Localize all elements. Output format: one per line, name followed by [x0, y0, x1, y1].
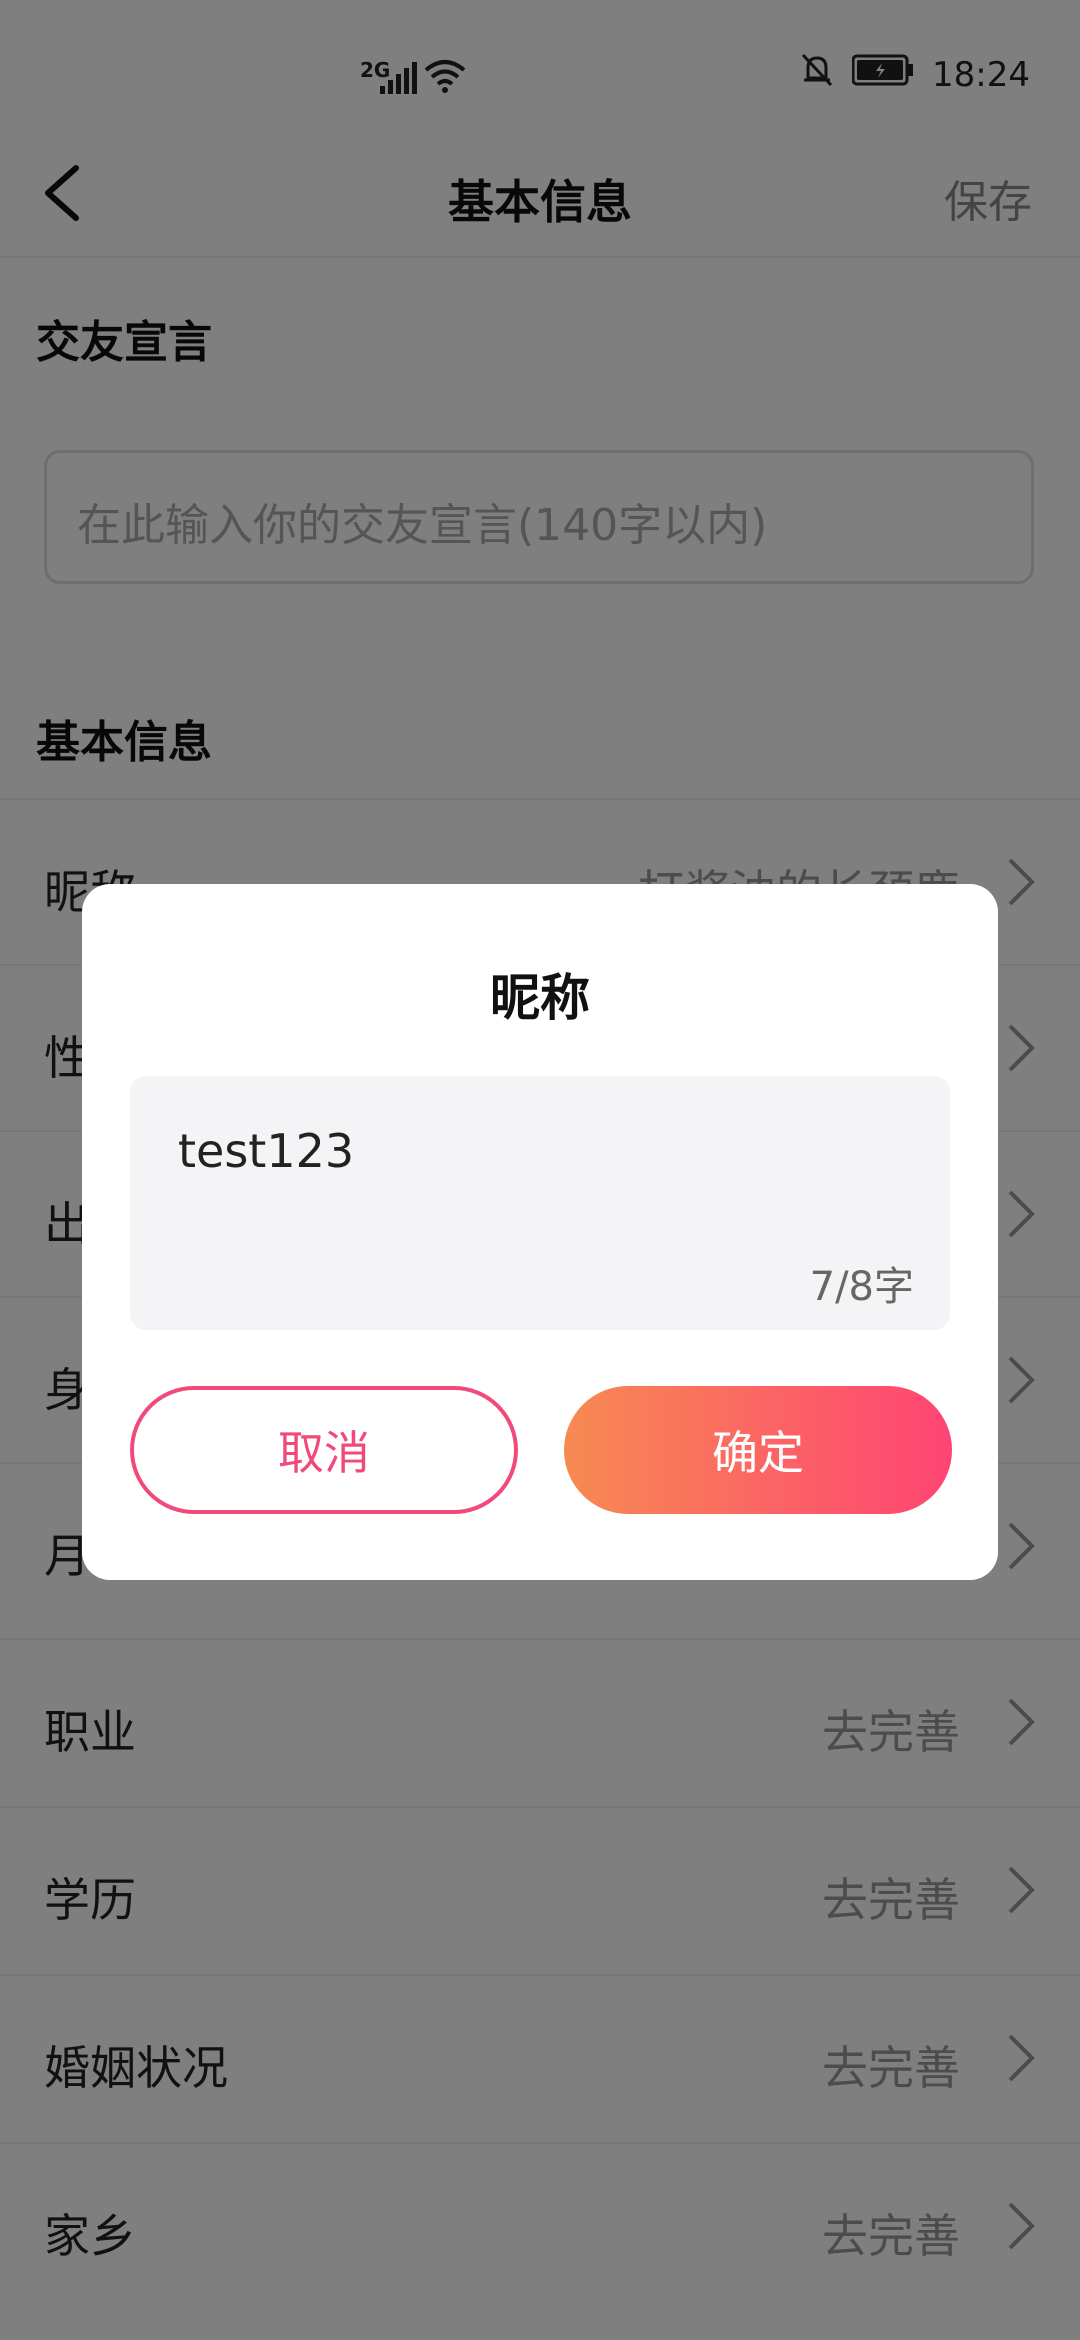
nickname-input-value: test123	[178, 1124, 355, 1178]
nickname-input[interactable]: test123 7/8字	[130, 1076, 950, 1330]
dialog-title: 昵称	[490, 969, 590, 1027]
cancel-button[interactable]: 取消	[130, 1386, 518, 1514]
confirm-button[interactable]: 确定	[564, 1386, 952, 1514]
char-counter: 7/8字	[809, 1264, 914, 1310]
nickname-dialog: 昵称 test123 7/8字 取消 确定	[82, 884, 998, 1580]
